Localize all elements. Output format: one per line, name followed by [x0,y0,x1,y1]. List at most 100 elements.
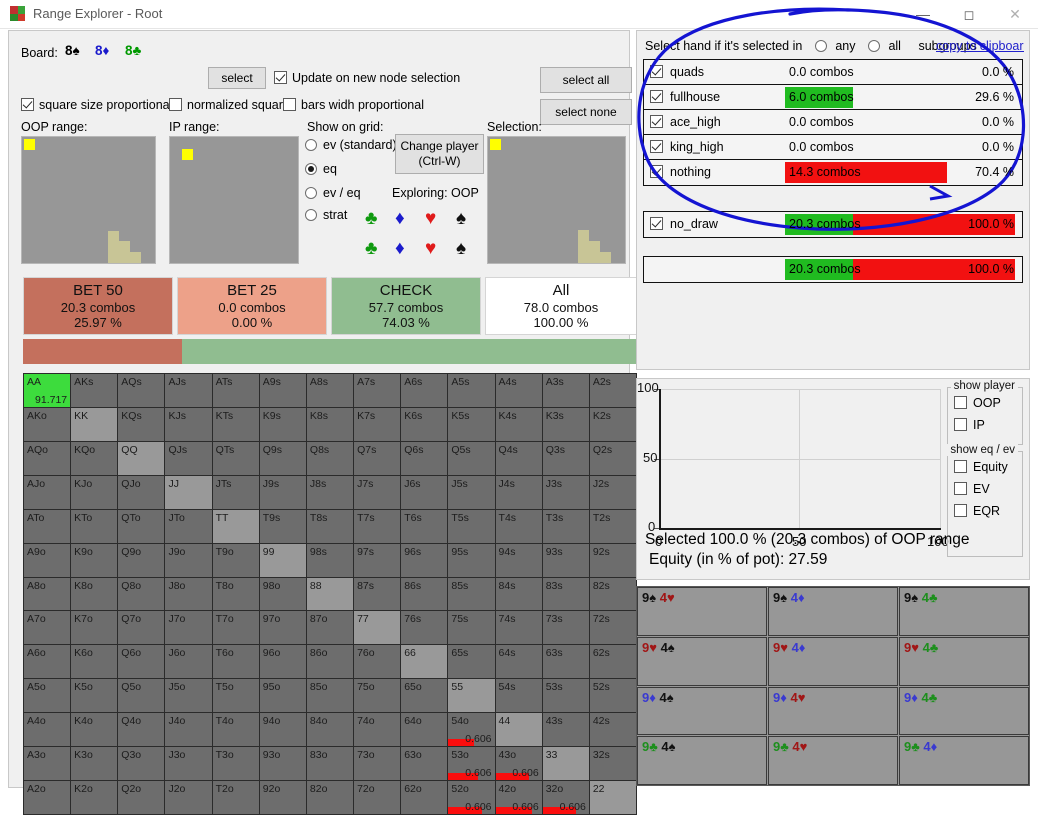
oop-range-minimap[interactable] [21,136,156,264]
selection-minimap[interactable] [487,136,626,264]
hand-cell-T8s[interactable]: T8s [306,509,354,543]
hand-cell-66[interactable]: 66 [401,645,448,679]
hand-cell-T4s[interactable]: T4s [495,509,542,543]
hand-cell-AKo[interactable]: AKo [24,407,71,441]
combo-grid-panel[interactable]: 9♠ 4♥ 9♠ 4♦ 9♠ 4♣ 9♥ 4♠ 9♥ 4♦ 9♥ 4♣ 9♦ 4♠ 9♦ 4♥… [636,586,1030,786]
combo-cell[interactable]: 9♠ 4♣ [899,587,1029,636]
combo-cell[interactable]: 9♣ 4♦ [899,736,1029,785]
hand-cell-Q6s[interactable]: Q6s [401,441,448,475]
hand-cell-TT[interactable]: TT [212,509,259,543]
hand-cell-J3s[interactable]: J3s [542,475,589,509]
subgroup-row[interactable]: fullhouse 6.0 combos 29.6 % [644,85,1022,110]
hand-cell-T5s[interactable]: T5s [448,509,495,543]
hand-cell-53s[interactable]: 53s [542,679,589,713]
hand-cell-AA[interactable]: AA 91.717 [24,374,71,407]
hand-cell-J8s[interactable]: J8s [306,475,354,509]
action-check[interactable]: CHECK 57.7 combos 74.03 % [331,277,481,335]
checkbox-eqr[interactable]: EQR [954,504,1000,518]
hand-cell-J2s[interactable]: J2s [589,475,636,509]
club-icon-row2[interactable]: ♣ [365,239,377,258]
hand-cell-84s[interactable]: 84s [495,577,542,611]
radio-eq[interactable]: eq [305,162,337,176]
hand-cell-QTo[interactable]: QTo [118,509,165,543]
hand-cell-A7o[interactable]: A7o [24,611,71,645]
hand-cell-QJo[interactable]: QJo [118,475,165,509]
hand-cell-A2s[interactable]: A2s [589,374,636,407]
hand-cell-KK[interactable]: KK [71,407,118,441]
hand-cell-85s[interactable]: 85s [448,577,495,611]
hand-cell-JTo[interactable]: JTo [165,509,212,543]
hand-cell-75o[interactable]: 75o [354,679,401,713]
combo-cell[interactable]: 9♥ 4♦ [768,636,898,686]
checkbox-icon[interactable] [650,65,663,78]
hand-cell-93o[interactable]: 93o [259,747,306,781]
hand-cell-K5o[interactable]: K5o [71,679,118,713]
hand-cell-62o[interactable]: 62o [401,781,448,814]
hand-cell-52s[interactable]: 52s [589,679,636,713]
bars-width-proportional-checkbox[interactable]: bars widh proportional [283,98,424,112]
update-on-node-checkbox[interactable]: Update on new node selection [274,71,460,85]
hand-cell-86o[interactable]: 86o [306,645,354,679]
hand-cell-Q5s[interactable]: Q5s [448,441,495,475]
hand-cell-JTs[interactable]: JTs [212,475,259,509]
hand-cell-94o[interactable]: 94o [259,713,306,747]
hand-cell-55[interactable]: 55 [448,679,495,713]
combo-cell[interactable]: 9♦ 4♠ [637,686,767,736]
hand-cell-Q8o[interactable]: Q8o [118,577,165,611]
hand-cell-65o[interactable]: 65o [401,679,448,713]
radio-strat[interactable]: strat [305,208,347,222]
subgroup-row[interactable]: nothing 14.3 combos 70.4 % [644,160,1022,185]
hand-cell-KQo[interactable]: KQo [71,441,118,475]
hand-cell-77[interactable]: 77 [354,611,401,645]
club-icon-row1[interactable]: ♣ [365,209,377,228]
hand-cell-53o[interactable]: 53o 0.606 [448,747,495,781]
hand-cell-75s[interactable]: 75s [448,611,495,645]
hand-cell-K7o[interactable]: K7o [71,611,118,645]
heart-icon-row1[interactable]: ♥ [425,209,436,228]
hand-cell-65s[interactable]: 65s [448,645,495,679]
hand-cell-J9s[interactable]: J9s [259,475,306,509]
hand-cell-AKs[interactable]: AKs [71,374,118,407]
select-button[interactable]: select [208,67,266,89]
hand-cell-JJ[interactable]: JJ [165,475,212,509]
hand-cell-43s[interactable]: 43s [542,713,589,747]
hand-cell-82o[interactable]: 82o [306,781,354,814]
hand-cell-A3o[interactable]: A3o [24,747,71,781]
checkbox-icon[interactable] [650,115,663,128]
hand-cell-T7s[interactable]: T7s [354,509,401,543]
hand-cell-Q9o[interactable]: Q9o [118,543,165,577]
hand-cell-Q4s[interactable]: Q4s [495,441,542,475]
hand-cell-T6o[interactable]: T6o [212,645,259,679]
hand-cell-AJs[interactable]: AJs [165,374,212,407]
hand-cell-QTs[interactable]: QTs [212,441,259,475]
spade-icon-row2[interactable]: ♠ [456,239,466,258]
hand-matrix[interactable]: AA 91.717 AKs AQs AJs ATs A9s A8s A7s A6s A5s A4s A3… [23,373,637,815]
subgroup-row[interactable]: ace_high 0.0 combos 0.0 % [644,110,1022,135]
hand-cell-QQ[interactable]: QQ [118,441,165,475]
hand-cell-Q3o[interactable]: Q3o [118,747,165,781]
hand-cell-A9s[interactable]: A9s [259,374,306,407]
hand-cell-A8o[interactable]: A8o [24,577,71,611]
hand-cell-92o[interactable]: 92o [259,781,306,814]
hand-cell-T9s[interactable]: T9s [259,509,306,543]
hand-cell-K3s[interactable]: K3s [542,407,589,441]
hand-cell-44[interactable]: 44 [495,713,542,747]
hand-cell-87o[interactable]: 87o [306,611,354,645]
hand-cell-J2o[interactable]: J2o [165,781,212,814]
hand-cell-T7o[interactable]: T7o [212,611,259,645]
square-size-proportional-checkbox[interactable]: square size proportional [21,98,172,112]
hand-cell-64s[interactable]: 64s [495,645,542,679]
hand-cell-J7o[interactable]: J7o [165,611,212,645]
hand-cell-A7s[interactable]: A7s [354,374,401,407]
combo-cell[interactable]: 9♠ 4♦ [768,587,898,636]
hand-cell-A6o[interactable]: A6o [24,645,71,679]
hand-cell-93s[interactable]: 93s [542,543,589,577]
hand-cell-K8s[interactable]: K8s [306,407,354,441]
hand-cell-Q3s[interactable]: Q3s [542,441,589,475]
copy-to-clipboard-link[interactable]: copy to clipboard [936,39,1024,53]
hand-cell-Q7s[interactable]: Q7s [354,441,401,475]
hand-cell-K4o[interactable]: K4o [71,713,118,747]
hand-cell-52o[interactable]: 52o 0.606 [448,781,495,814]
action-bet-25[interactable]: BET 25 0.0 combos 0.00 % [177,277,327,335]
hand-cell-74o[interactable]: 74o [354,713,401,747]
